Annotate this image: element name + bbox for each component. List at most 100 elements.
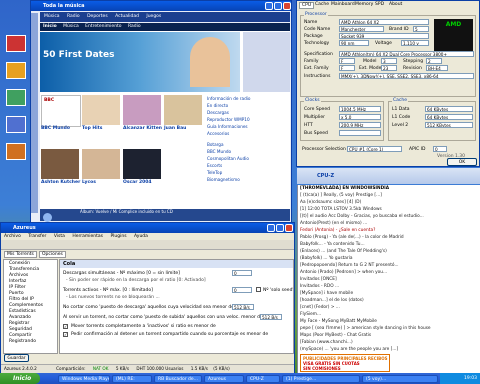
az-maximize-button[interactable] xyxy=(276,224,284,232)
label-ashton[interactable]: Ashton Kutcher xyxy=(41,180,80,185)
tab-cpu[interactable]: CPU xyxy=(299,2,315,9)
tab-actualidad[interactable]: Actualidad xyxy=(115,14,139,19)
desktop-icon-1[interactable] xyxy=(6,35,26,52)
tab-musica[interactable]: Música xyxy=(44,14,60,19)
processor-select[interactable]: CPU #1 (Core 1) xyxy=(347,146,402,152)
link-11[interactable]: TeleTop xyxy=(207,169,287,176)
chat-header-title: CPU-Z xyxy=(317,173,335,179)
active-torrents-input[interactable]: 0 xyxy=(232,287,252,293)
voltage-label: Voltage xyxy=(375,41,392,46)
nav-radio[interactable]: Radio xyxy=(128,24,141,29)
desktop-icon-2[interactable] xyxy=(6,62,26,79)
tree-item[interactable]: IP Filter xyxy=(9,285,26,290)
tab-mainboard[interactable]: Mainboard xyxy=(331,2,355,7)
link-7[interactable]: Botarga xyxy=(207,141,287,148)
tab-radio[interactable]: Radio xyxy=(67,14,80,19)
bbc-logo: BBC xyxy=(44,98,55,103)
max-downloads-input[interactable]: 0 xyxy=(232,270,252,276)
thumb-oscar[interactable] xyxy=(123,149,161,179)
tree-item[interactable]: Interfaz xyxy=(9,279,26,284)
play-button[interactable] xyxy=(43,213,52,222)
tab-memory[interactable]: Memory xyxy=(355,2,373,7)
confirm-checkbox[interactable]: ✓ xyxy=(63,332,68,337)
tree-item[interactable]: Avanzado xyxy=(9,315,31,320)
tree-item[interactable]: Archivos xyxy=(9,273,28,278)
label-lycos[interactable]: Lycos xyxy=(82,180,96,185)
label-tophits[interactable]: Top Hits xyxy=(82,126,103,131)
thumb-lycos[interactable] xyxy=(82,149,120,179)
label-oscar[interactable]: Oscar 2004 xyxy=(123,180,152,185)
tab-juegos[interactable]: Juegos xyxy=(146,14,161,19)
save-button[interactable]: Guardar xyxy=(4,354,29,362)
maximize-button[interactable] xyxy=(274,2,282,10)
close-button[interactable] xyxy=(283,2,291,10)
link-4[interactable]: Reproductor WMP10 xyxy=(207,116,287,123)
tab-mis-torrents[interactable]: Mis Torrents xyxy=(4,251,37,258)
move-checkbox[interactable]: ✓ xyxy=(63,324,68,329)
mult-value: x 5.0 xyxy=(339,114,381,120)
tab-spd[interactable]: SPD xyxy=(375,2,384,7)
tree-item[interactable]: Seguridad xyxy=(9,327,32,332)
tree-item[interactable]: Estadísticas xyxy=(9,309,36,314)
tree-item[interactable]: Registrando xyxy=(9,339,36,344)
task-mail[interactable]: (ML) RE: xyxy=(112,375,152,383)
az-close-button[interactable] xyxy=(285,224,293,232)
menu-archivo[interactable]: Archivo xyxy=(4,234,21,239)
menu-herramientas[interactable]: Herramientas xyxy=(72,234,103,239)
thumb-bbc[interactable]: BBC xyxy=(41,95,81,127)
solo-seed-checkbox[interactable] xyxy=(256,287,261,292)
link-2[interactable]: En directo xyxy=(207,102,287,109)
tree-item[interactable]: Puerto xyxy=(9,291,24,296)
link-3[interactable]: Descargas xyxy=(207,109,287,116)
menu-vista[interactable]: Vista xyxy=(54,234,65,239)
bus-value xyxy=(339,130,381,136)
chat-ad-box[interactable]: PUBLICIDADES PRINCIPALES RECIBOS VISA GR… xyxy=(300,354,390,372)
ok-button[interactable]: OK xyxy=(447,158,477,166)
link-10[interactable]: Escorts xyxy=(207,162,287,169)
tree-item[interactable]: Conexión xyxy=(9,261,30,266)
link-9[interactable]: Cosmopolitan Audio xyxy=(207,155,287,162)
task-cpuz[interactable]: CPU-Z xyxy=(246,375,280,383)
thumb-juanbau[interactable] xyxy=(164,95,202,125)
desktop-icon-4[interactable] xyxy=(6,116,26,133)
task-chat[interactable]: (1) Prestige... xyxy=(282,375,360,383)
tree-item[interactable]: Transferencia xyxy=(9,267,39,272)
tree-item[interactable]: Filtro del IP xyxy=(9,297,34,302)
desktop-icon-3[interactable] xyxy=(6,89,26,106)
nav-inicio[interactable]: Inicio xyxy=(43,24,57,29)
link-1[interactable]: Información de radio xyxy=(207,95,287,102)
tab-cache[interactable]: Cache xyxy=(315,2,329,7)
menu-plugins[interactable]: Plugins xyxy=(110,234,126,239)
label-juanbau[interactable]: Juan Bau xyxy=(164,126,186,131)
label-alcanzar[interactable]: Alcanzar Kitten xyxy=(123,126,162,131)
az-minimize-button[interactable] xyxy=(267,224,275,232)
start-button[interactable]: Inicio xyxy=(0,373,40,384)
desktop-icon-5[interactable] xyxy=(6,143,26,160)
thumb-alcanzar[interactable] xyxy=(123,95,161,125)
link-12[interactable]: Biomagnetismo xyxy=(207,176,287,183)
nav-entretenimiento[interactable]: Entretenimiento xyxy=(85,24,121,29)
tree-item[interactable]: Compartir xyxy=(9,333,32,338)
link-8[interactable]: BBC Mundo xyxy=(207,148,287,155)
thumb-ashton[interactable] xyxy=(41,149,79,179)
label-bbc[interactable]: BBC Mundo xyxy=(41,126,70,131)
minimize-button[interactable] xyxy=(265,2,273,10)
tree-item[interactable]: Registrar xyxy=(9,321,29,326)
min-download-input[interactable]: 512 B/s xyxy=(232,304,254,310)
tab-about[interactable]: About xyxy=(389,2,402,7)
min-upload-input[interactable]: 512 B/s xyxy=(260,314,282,320)
tree-item[interactable]: Complementos xyxy=(9,303,43,308)
tab-deportes[interactable]: Deportes xyxy=(87,14,108,19)
menu-transfer[interactable]: Transfer xyxy=(28,234,46,239)
menu-ayuda[interactable]: Ayuda xyxy=(134,234,148,239)
thumb-tophits[interactable] xyxy=(82,95,120,125)
task-buscador[interactable]: RB Buscador de... xyxy=(154,375,202,383)
featured-banner[interactable]: 50 First Dates xyxy=(40,32,240,92)
task-chat-2[interactable]: (5 voy)... xyxy=(362,375,438,383)
link-5[interactable]: Guía Informaciones xyxy=(207,123,287,130)
task-wmp[interactable]: Windows Media Player xyxy=(58,375,110,383)
nav-musica[interactable]: Música xyxy=(63,24,79,29)
task-azureus[interactable]: Azureus xyxy=(204,375,244,383)
link-6[interactable]: Accesorios xyxy=(207,130,287,137)
tab-opciones[interactable]: Opciones xyxy=(39,251,66,258)
